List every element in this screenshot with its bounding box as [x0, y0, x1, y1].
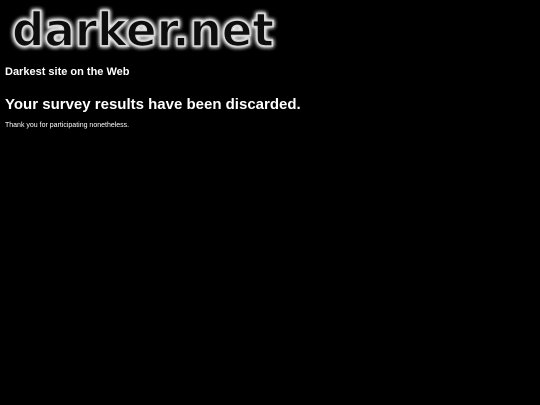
page-title: Your survey results have been discarded.: [5, 96, 301, 113]
thank-you-message: Thank you for participating nonetheless.: [5, 122, 130, 129]
site-logo[interactable]: darker.net: [9, 4, 279, 56]
site-tagline: Darkest site on the Web: [5, 66, 130, 78]
logo-text: darker.net: [12, 4, 274, 56]
